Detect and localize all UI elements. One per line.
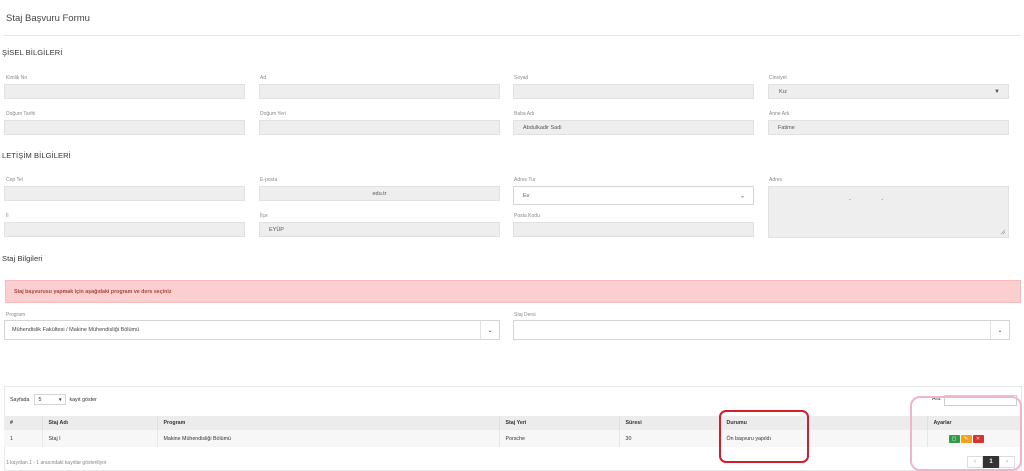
- page-length-select[interactable]: 5 ▼: [34, 394, 67, 405]
- page-title: Staj Başvuru Formu: [6, 13, 90, 24]
- label-il: İl: [6, 213, 9, 219]
- cinsiyet-select[interactable]: Kız ▼: [768, 84, 1009, 99]
- label-dogum-tarihi: Doğum Tarihi: [6, 111, 36, 117]
- label-ilce: İlçe: [260, 213, 268, 219]
- soyad-field[interactable]: [513, 84, 754, 99]
- cell-staj-adi: Staj I: [42, 430, 158, 447]
- label-ad: Ad: [260, 75, 267, 81]
- label-adres-tur: Adres Tur: [514, 177, 536, 183]
- ilce-field[interactable]: EYÜP: [259, 222, 500, 237]
- adres-tur-select[interactable]: Ev ⌄: [513, 186, 754, 205]
- highlight-ayarlar: [910, 396, 1022, 471]
- label-soyad: Soyad: [514, 75, 529, 81]
- cinsiyet-value: Kız: [779, 88, 787, 95]
- label-anne-adi: Anne Adı: [769, 111, 790, 117]
- chevron-down-icon: ⌄: [480, 321, 499, 339]
- table-info: 1 kayıttan 1 - 1 arasındaki kayıtlar gös…: [6, 460, 107, 466]
- label-staj-dersi: Staj Dersi: [514, 312, 536, 318]
- chevron-down-icon: ⌄: [990, 321, 1009, 339]
- cell-program: Makine Mühendisliği Bölümü: [157, 430, 500, 447]
- eposta-field[interactable]: edu.tr: [259, 186, 500, 201]
- adres-value: - -: [849, 197, 884, 203]
- ad-field[interactable]: [259, 84, 500, 99]
- length-suffix: kayıt göster: [69, 396, 97, 403]
- resize-handle-icon[interactable]: [1000, 229, 1006, 235]
- col-header-program[interactable]: Program: [157, 416, 500, 430]
- col-header-suresi[interactable]: Süresi: [619, 416, 721, 430]
- adres-textarea[interactable]: - -: [768, 186, 1009, 238]
- program-select[interactable]: Mühendislik Fakültesi / Makine Mühendisl…: [4, 320, 500, 340]
- cep-tel-field[interactable]: [4, 186, 245, 201]
- label-cep-tel: Cep Tel: [6, 177, 23, 183]
- cell-staj-yeri: Porsche: [499, 430, 620, 447]
- staj-table: # Staj Adı Program Staj Yeri Süresi Duru…: [4, 416, 1022, 447]
- table-header-row: # Staj Adı Program Staj Yeri Süresi Duru…: [4, 416, 1022, 430]
- baba-adi-field[interactable]: Abdulkadir Sadi: [513, 120, 754, 135]
- cell-no: 1: [4, 430, 43, 447]
- adres-tur-value: Ev: [523, 192, 530, 199]
- cell-suresi: 30: [619, 430, 721, 447]
- col-header-staj-adi[interactable]: Staj Adı: [42, 416, 158, 430]
- program-value: Mühendislik Fakültesi / Makine Mühendisl…: [12, 327, 140, 333]
- anne-adi-field[interactable]: Fatime: [768, 120, 1009, 135]
- section-title-contact: LETİŞİM BİLGİLERİ: [2, 151, 71, 160]
- dogum-tarihi-field[interactable]: [4, 120, 245, 135]
- col-header-staj-yeri[interactable]: Staj Yeri: [499, 416, 620, 430]
- chevron-down-icon: ⌄: [739, 193, 745, 199]
- section-title-staj: Staj Bilgileri: [2, 254, 43, 263]
- label-adres: Adres: [769, 177, 783, 183]
- il-field[interactable]: [4, 222, 245, 237]
- kimlik-field[interactable]: [4, 84, 245, 99]
- caret-down-icon: ▼: [994, 88, 1000, 95]
- label-eposta: E-posta: [260, 177, 278, 183]
- alert-banner: Staj başvurusu yapmak için aşağıdaki pro…: [5, 280, 1021, 303]
- label-program: Program: [6, 312, 26, 318]
- col-header-no[interactable]: #: [4, 416, 43, 430]
- posta-kodu-field[interactable]: [513, 222, 754, 237]
- dogum-yeri-field[interactable]: [259, 120, 500, 135]
- label-cinsiyet: Cinsiyet: [769, 75, 787, 81]
- caret-down-icon: ▼: [57, 397, 63, 402]
- label-posta-kodu: Posta Kodu: [514, 213, 540, 219]
- title-divider: [4, 35, 1020, 36]
- staj-dersi-select[interactable]: ⌄: [513, 320, 1010, 340]
- label-kimlik: Kimlik No: [6, 75, 28, 81]
- label-baba-adi: Baba Adı: [514, 111, 535, 117]
- highlight-durumu: [719, 410, 809, 463]
- section-title-personal: ŞİSEL BİLGİLERİ: [2, 48, 63, 57]
- table-row: 1 Staj I Makine Mühendisliği Bölümü Pors…: [4, 430, 1022, 447]
- length-prefix: Sayfada: [10, 396, 30, 403]
- label-dogum-yeri: Doğum Yeri: [260, 111, 286, 117]
- length-value: 5: [38, 396, 42, 403]
- page-length-control: Sayfada 5 ▼ kayıt göster: [10, 394, 97, 405]
